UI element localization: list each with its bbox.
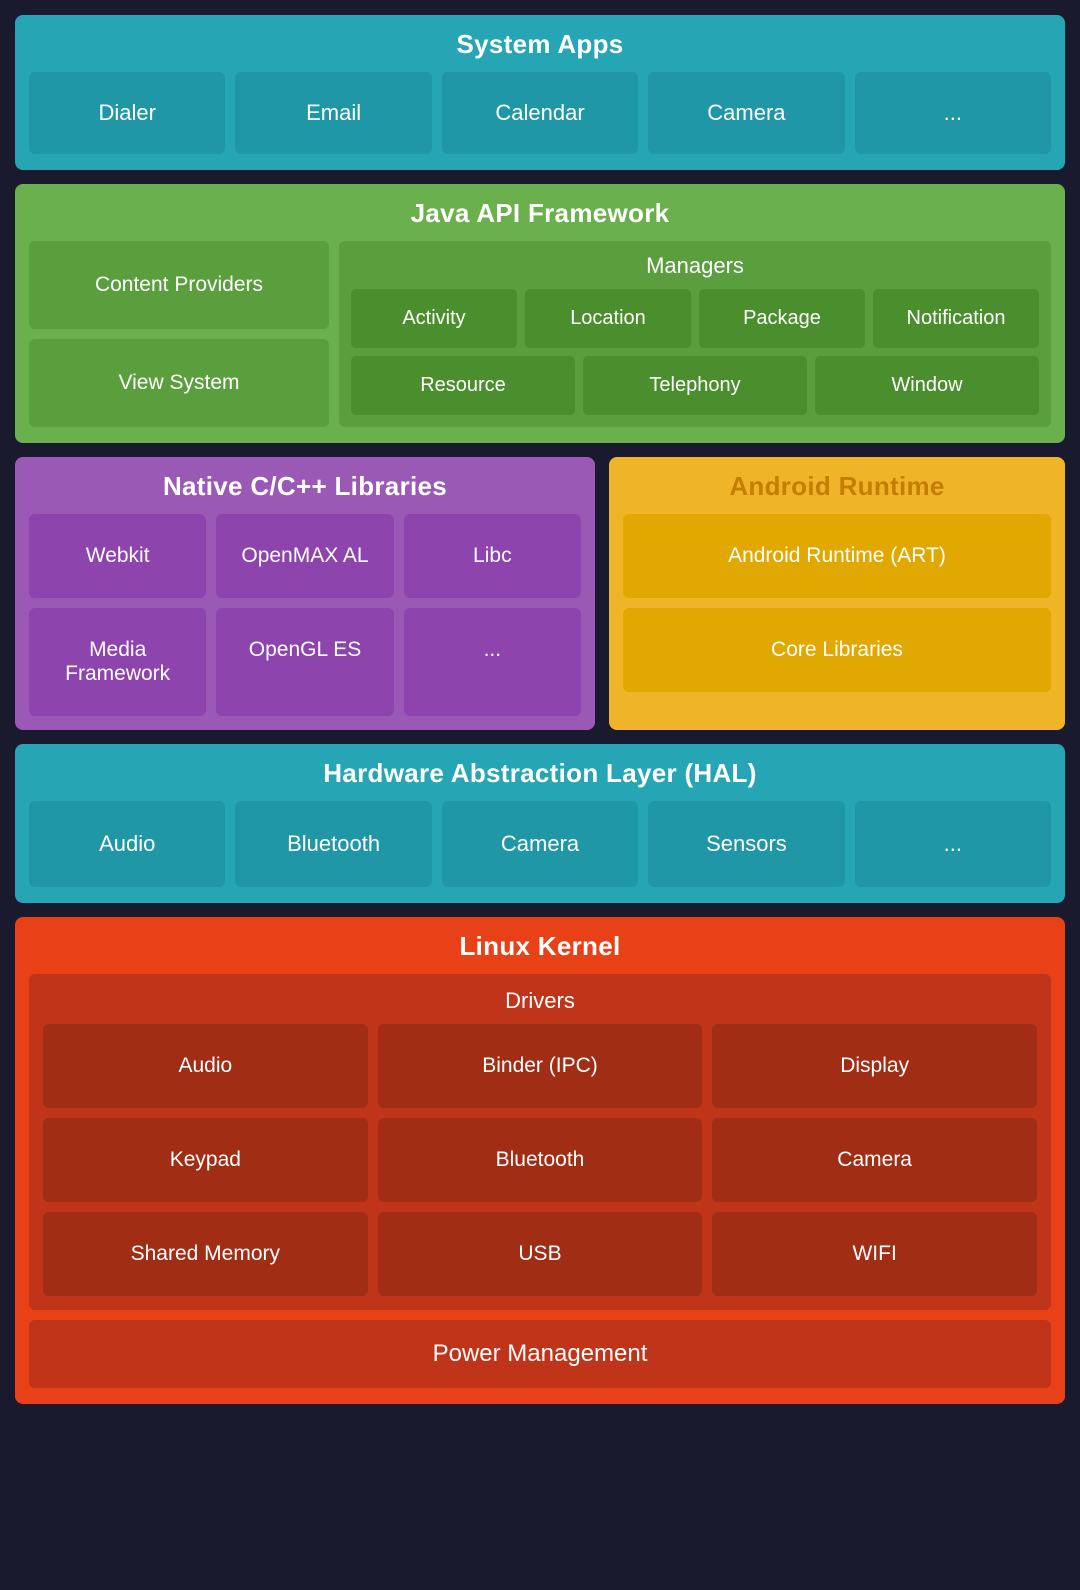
managers-box: Managers Activity Location Package Notif… xyxy=(339,241,1051,427)
native-webkit: Webkit xyxy=(29,514,206,598)
native-more: ... xyxy=(404,608,581,716)
hal-camera: Camera xyxy=(442,801,638,887)
app-email: Email xyxy=(235,72,431,154)
manager-window: Window xyxy=(815,356,1039,415)
manager-notification: Notification xyxy=(873,289,1039,348)
hal-title: Hardware Abstraction Layer (HAL) xyxy=(29,758,1051,789)
power-management: Power Management xyxy=(29,1320,1051,1388)
native-opengl: OpenGL ES xyxy=(216,608,393,716)
native-cpp-layer: Native C/C++ Libraries Webkit OpenMAX AL… xyxy=(15,457,595,730)
app-dialer: Dialer xyxy=(29,72,225,154)
java-api-layer: Java API Framework Content Providers Vie… xyxy=(15,184,1065,443)
native-openmax: OpenMAX AL xyxy=(216,514,393,598)
driver-bluetooth: Bluetooth xyxy=(378,1118,703,1202)
managers-title: Managers xyxy=(351,253,1039,279)
hal-more: ... xyxy=(855,801,1051,887)
manager-activity: Activity xyxy=(351,289,517,348)
hal-sensors: Sensors xyxy=(648,801,844,887)
hal-grid: Audio Bluetooth Camera Sensors ... xyxy=(29,801,1051,887)
native-runtime-row: Native C/C++ Libraries Webkit OpenMAX AL… xyxy=(15,457,1065,730)
native-grid: Webkit OpenMAX AL Libc Media Framework O… xyxy=(29,514,581,716)
driver-camera: Camera xyxy=(712,1118,1037,1202)
app-camera: Camera xyxy=(648,72,844,154)
view-system-card: View System xyxy=(29,339,329,427)
system-apps-title: System Apps xyxy=(29,29,1051,60)
linux-kernel-layer: Linux Kernel Drivers Audio Binder (IPC) … xyxy=(15,917,1065,1404)
hal-bluetooth: Bluetooth xyxy=(235,801,431,887)
driver-keypad: Keypad xyxy=(43,1118,368,1202)
android-runtime-title: Android Runtime xyxy=(623,471,1051,502)
core-libraries-card: Core Libraries xyxy=(623,608,1051,692)
manager-resource: Resource xyxy=(351,356,575,415)
driver-binder: Binder (IPC) xyxy=(378,1024,703,1108)
drivers-title: Drivers xyxy=(43,988,1037,1014)
manager-telephony: Telephony xyxy=(583,356,807,415)
system-apps-layer: System Apps Dialer Email Calendar Camera… xyxy=(15,15,1065,170)
drivers-box: Drivers Audio Binder (IPC) Display Keypa… xyxy=(29,974,1051,1310)
driver-audio: Audio xyxy=(43,1024,368,1108)
java-api-title: Java API Framework xyxy=(29,198,1051,229)
native-media: Media Framework xyxy=(29,608,206,716)
system-apps-grid: Dialer Email Calendar Camera ... xyxy=(29,72,1051,154)
app-more: ... xyxy=(855,72,1051,154)
content-providers-card: Content Providers xyxy=(29,241,329,329)
manager-location: Location xyxy=(525,289,691,348)
manager-package: Package xyxy=(699,289,865,348)
managers-row2: Resource Telephony Window xyxy=(351,356,1039,415)
linux-kernel-title: Linux Kernel xyxy=(29,931,1051,962)
driver-wifi: WIFI xyxy=(712,1212,1037,1296)
native-libc: Libc xyxy=(404,514,581,598)
native-cpp-title: Native C/C++ Libraries xyxy=(29,471,581,502)
art-card: Android Runtime (ART) xyxy=(623,514,1051,598)
driver-shared-memory: Shared Memory xyxy=(43,1212,368,1296)
java-api-content: Content Providers View System Managers A… xyxy=(29,241,1051,427)
android-runtime-layer: Android Runtime Android Runtime (ART) Co… xyxy=(609,457,1065,730)
driver-usb: USB xyxy=(378,1212,703,1296)
app-calendar: Calendar xyxy=(442,72,638,154)
managers-row1: Activity Location Package Notification xyxy=(351,289,1039,348)
driver-display: Display xyxy=(712,1024,1037,1108)
hal-audio: Audio xyxy=(29,801,225,887)
drivers-grid: Audio Binder (IPC) Display Keypad Blueto… xyxy=(43,1024,1037,1296)
java-left-column: Content Providers View System xyxy=(29,241,329,427)
hal-layer: Hardware Abstraction Layer (HAL) Audio B… xyxy=(15,744,1065,903)
